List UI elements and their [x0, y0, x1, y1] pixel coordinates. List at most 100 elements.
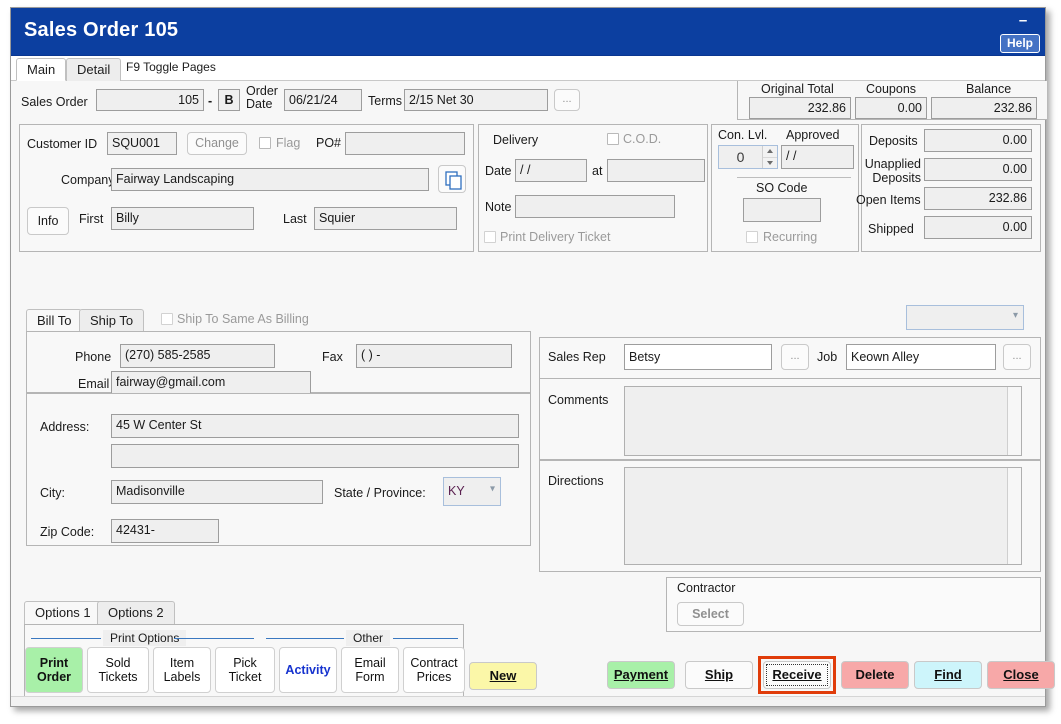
sales-rep-input[interactable]: Betsy [624, 344, 772, 370]
info-button[interactable]: Info [27, 207, 69, 235]
tab-options-2[interactable]: Options 2 [97, 601, 175, 625]
ship-to-same-label: Ship To Same As Billing [177, 312, 309, 326]
comments-scrollbar[interactable] [1007, 387, 1021, 455]
tab-main[interactable]: Main [16, 58, 67, 81]
tab-options-1[interactable]: Options 1 [24, 601, 102, 625]
chevron-down-icon[interactable] [763, 158, 777, 169]
con-lvl-stepper[interactable]: 0 [718, 145, 778, 169]
delivery-title: Delivery [493, 133, 539, 147]
flag-checkbox[interactable] [259, 137, 271, 149]
comments-textarea[interactable] [624, 386, 1022, 456]
change-customer-button[interactable]: Change [187, 132, 247, 155]
print-delivery-ticket-label: Print Delivery Ticket [500, 230, 611, 244]
receive-button[interactable]: Receive [763, 661, 831, 689]
print-delivery-ticket-checkbox[interactable] [484, 231, 496, 243]
delivery-date-label: Date [485, 164, 512, 178]
tab-detail[interactable]: Detail [66, 58, 122, 81]
find-button-label: Find [934, 667, 962, 682]
status-strip [11, 696, 1045, 706]
fax-input[interactable]: ( ) - [356, 344, 512, 368]
cod-checkbox[interactable] [607, 133, 619, 145]
sales-order-window: Sales Order 105 – Help Main Detail F9 To… [10, 7, 1055, 707]
coupons-value: 0.00 [855, 97, 927, 119]
so-code-input[interactable] [743, 198, 821, 222]
state-dropdown[interactable]: KY ▾ [443, 477, 501, 506]
customer-id-input[interactable]: SQU001 [107, 132, 177, 155]
copy-icon[interactable] [438, 165, 466, 193]
address-line2-input[interactable] [111, 444, 519, 468]
status-dropdown[interactable]: ▾ [906, 305, 1024, 330]
payment-button[interactable]: Payment [607, 661, 675, 689]
find-button[interactable]: Find [914, 661, 982, 689]
print-order-button[interactable]: Print Order [25, 647, 83, 693]
company-label: Company [61, 173, 115, 187]
company-input[interactable]: Fairway Landscaping [111, 168, 429, 191]
address-line1-input[interactable]: 45 W Center St [111, 414, 519, 438]
chevron-up-icon[interactable] [763, 146, 777, 158]
shipped-value: 0.00 [924, 216, 1032, 239]
approved-date-input[interactable]: / / [781, 145, 854, 169]
sales-rep-label: Sales Rep [548, 350, 606, 364]
activity-button[interactable]: Activity [279, 647, 337, 693]
state-label: State / Province: [334, 486, 426, 500]
phone-input[interactable]: (270) 585-2585 [120, 344, 275, 368]
sales-order-number-input[interactable]: 105 [96, 89, 204, 111]
terms-input[interactable]: 2/15 Net 30 [404, 89, 548, 111]
sales-order-suffix-input[interactable]: B [218, 89, 240, 111]
recurring-checkbox[interactable] [746, 231, 758, 243]
recurring-label: Recurring [763, 230, 818, 244]
shipped-label: Shipped [868, 222, 914, 236]
approved-label: Approved [786, 128, 840, 142]
contract-prices-button[interactable]: Contract Prices [403, 647, 465, 693]
last-name-input[interactable]: Squier [314, 207, 457, 230]
minimize-button[interactable]: – [1014, 13, 1032, 30]
tab-ship-to[interactable]: Ship To [79, 309, 145, 332]
delivery-at-input[interactable] [607, 159, 705, 182]
balance-value: 232.86 [931, 97, 1037, 119]
page-tab-row: Main Detail F9 Toggle Pages [11, 56, 1045, 81]
delete-button[interactable]: Delete [841, 661, 909, 689]
first-name-input[interactable]: Billy [111, 207, 254, 230]
close-button-label: Close [1003, 667, 1039, 682]
sold-tickets-button[interactable]: Sold Tickets [87, 647, 149, 693]
ship-to-same-checkbox[interactable] [161, 313, 173, 325]
coupons-label: Coupons [866, 82, 917, 96]
zip-input[interactable]: 42431- [111, 519, 219, 543]
po-input[interactable] [345, 132, 465, 155]
directions-scrollbar[interactable] [1007, 468, 1021, 564]
item-labels-button[interactable]: Item Labels [153, 647, 211, 693]
print-options-line-left [31, 638, 101, 639]
help-button[interactable]: Help [999, 34, 1040, 53]
balance-label: Balance [966, 82, 1012, 96]
city-input[interactable]: Madisonville [111, 480, 323, 504]
other-group-label: Other [346, 630, 391, 646]
new-button[interactable]: New [469, 662, 537, 690]
delivery-date-input[interactable]: / / [515, 159, 587, 182]
email-form-button[interactable]: Email Form [341, 647, 399, 693]
ship-button[interactable]: Ship [685, 661, 753, 689]
con-lvl-arrows[interactable] [762, 146, 777, 168]
tab-bill-to[interactable]: Bill To [26, 309, 83, 332]
email-input[interactable]: fairway@gmail.com [111, 371, 311, 395]
directions-label: Directions [548, 474, 604, 488]
title-bar: Sales Order 105 – Help [11, 8, 1045, 56]
customer-id-label: Customer ID [27, 137, 98, 151]
zip-label: Zip Code: [40, 525, 95, 539]
delivery-note-input[interactable] [515, 195, 675, 218]
payment-button-label: Payment [613, 667, 669, 682]
sales-rep-lookup-button[interactable]: ... [781, 344, 809, 370]
directions-textarea[interactable] [624, 467, 1022, 565]
email-label: Email [78, 377, 110, 391]
pick-ticket-button[interactable]: Pick Ticket [215, 647, 275, 693]
confirm-divider [737, 177, 851, 178]
terms-lookup-button[interactable]: ... [554, 89, 580, 111]
contractor-select-button[interactable]: Select [677, 602, 744, 626]
other-line-right [393, 638, 458, 639]
job-lookup-button[interactable]: ... [1003, 344, 1031, 370]
order-date-input[interactable]: 06/21/24 [284, 89, 362, 111]
other-line-left [266, 638, 344, 639]
job-input[interactable]: Keown Alley [846, 344, 996, 370]
job-label: Job [817, 350, 838, 364]
deposits-value: 0.00 [924, 129, 1032, 152]
close-button[interactable]: Close [987, 661, 1055, 689]
